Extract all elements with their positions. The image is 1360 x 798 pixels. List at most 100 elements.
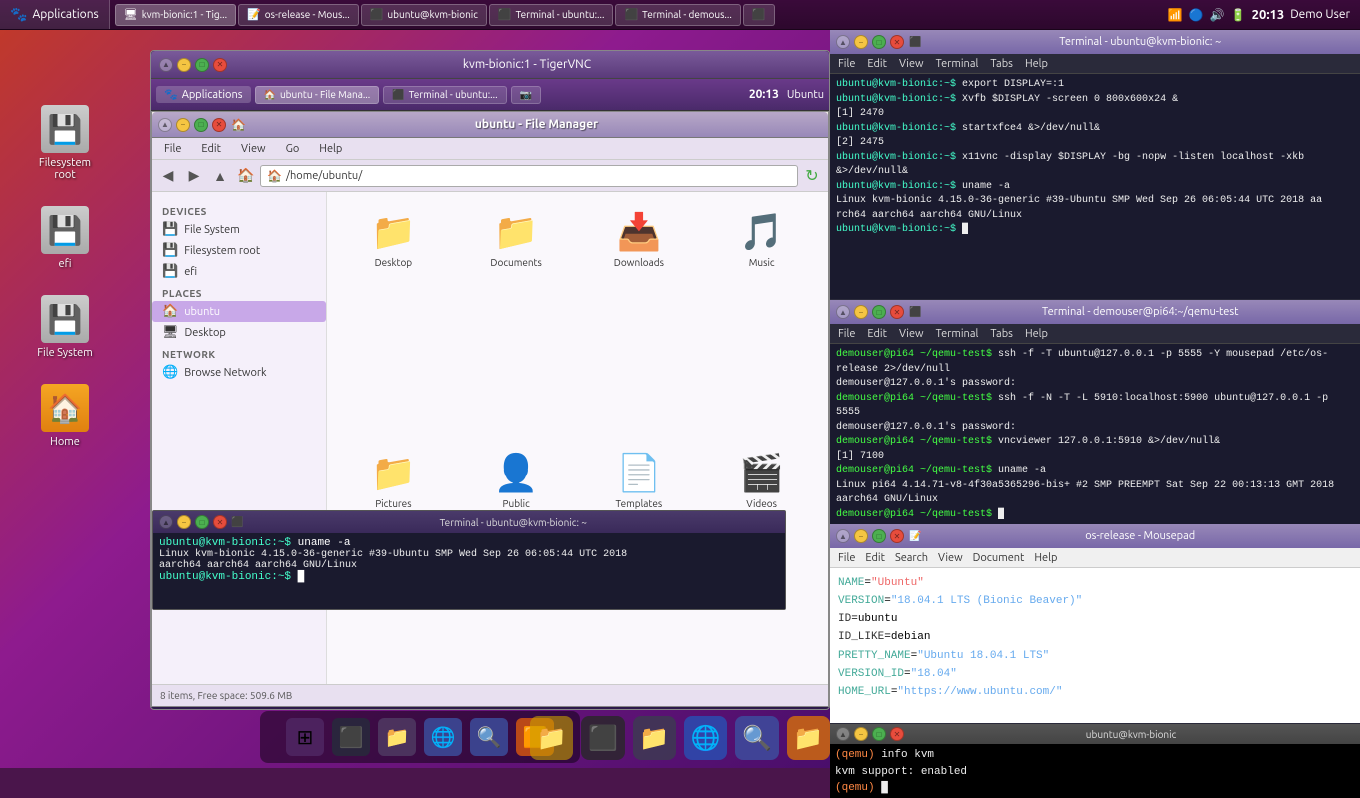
desktop-icon-filesystem[interactable]: 💾 File System <box>10 290 120 364</box>
fm-home-btn[interactable]: 🏠 <box>234 164 258 188</box>
sidebar-item-ubuntu[interactable]: 🏠 ubuntu <box>152 301 326 322</box>
fm-up-btn[interactable]: ▲ <box>208 164 232 188</box>
rt2-menu-terminal[interactable]: Terminal <box>936 328 979 340</box>
rt1-max-btn[interactable]: □ <box>872 35 886 49</box>
mp-menu-search[interactable]: Search <box>895 552 928 564</box>
dock2-item-search[interactable]: 🔍 <box>735 716 778 760</box>
rt1-close-btn[interactable]: ✕ <box>890 35 904 49</box>
rt2-min-btn[interactable]: – <box>854 305 868 319</box>
mp-menu-file[interactable]: File <box>838 552 855 564</box>
desktop-icon-efi[interactable]: 💾 efi <box>10 201 120 275</box>
taskbar-btn-1[interactable]: 📝 os-release - Mous... <box>238 4 359 26</box>
sidebar-item-desktop[interactable]: 🖥 Desktop <box>152 322 326 343</box>
rt1-arrow-btn[interactable]: ▲ <box>836 35 850 49</box>
fm-arrow-btn[interactable]: ▲ <box>158 118 172 132</box>
fm-reload-btn[interactable]: ↻ <box>800 164 824 188</box>
vnc-tab-screenshot[interactable]: 📷 <box>511 86 541 104</box>
rt1-min-btn[interactable]: – <box>854 35 868 49</box>
dock2-item-terminal[interactable]: ⬛ <box>581 716 624 760</box>
tb-min-btn[interactable]: – <box>177 515 191 529</box>
dock2-item-globe[interactable]: 🌐 <box>684 716 727 760</box>
dock-item-terminal[interactable]: ⬛ <box>332 718 370 756</box>
vnc-tab-filemanager[interactable]: 🏠 ubuntu - File Mana... <box>255 86 380 104</box>
rt1-menu-view[interactable]: View <box>899 58 924 70</box>
fm-menu-file[interactable]: File <box>160 142 185 156</box>
fm-back-btn[interactable]: ◀ <box>156 164 180 188</box>
vnc-apps-menu[interactable]: 🐾 Applications <box>156 86 251 103</box>
taskbar-btn-4[interactable]: ⬛ Terminal - demous... <box>615 4 740 26</box>
bt-arrow-btn[interactable]: ▲ <box>836 727 850 741</box>
dock2-item-folder[interactable]: 📁 <box>530 716 573 760</box>
tb-arrow-btn[interactable]: ▲ <box>159 515 173 529</box>
fm-menu-view[interactable]: View <box>237 142 270 156</box>
network-header: NETWORK <box>152 343 326 362</box>
rt2-menu-file[interactable]: File <box>838 328 855 340</box>
bt-max-btn[interactable]: □ <box>872 727 886 741</box>
dock-item-files[interactable]: 📁 <box>378 718 416 756</box>
fm-close-btn[interactable]: ✕ <box>212 118 226 132</box>
rt1-body[interactable]: ubuntu@kvm-bionic:~$ export DISPLAY=:1 u… <box>830 74 1360 299</box>
sidebar-item-efi[interactable]: 💾 efi <box>152 261 326 282</box>
rt1-menu-edit[interactable]: Edit <box>867 58 887 70</box>
sidebar-item-filesystem-root[interactable]: 💾 Filesystem root <box>152 240 326 261</box>
vnc-close-btn[interactable]: ✕ <box>213 58 227 72</box>
fm-menu-go[interactable]: Go <box>282 142 304 156</box>
bt-min-btn[interactable]: – <box>854 727 868 741</box>
dock2-item-files[interactable]: 📁 <box>633 716 676 760</box>
fm-forward-btn[interactable]: ▶ <box>182 164 206 188</box>
dock-item-grid[interactable]: ⊞ <box>286 718 324 756</box>
dock-item-browser[interactable]: 🌐 <box>424 718 462 756</box>
fm-maximize-btn[interactable]: □ <box>194 118 208 132</box>
mp-menu-edit[interactable]: Edit <box>865 552 885 564</box>
taskbar-btn-5[interactable]: ⬛ <box>743 4 775 26</box>
rt2-menu-view[interactable]: View <box>899 328 924 340</box>
mp-close-btn[interactable]: ✕ <box>890 529 904 543</box>
terminal-bottom-body[interactable]: ubuntu@kvm-bionic:~$ uname -a Linux kvm-… <box>153 533 785 609</box>
taskbar-btn-0[interactable]: 🖥 kvm-bionic:1 - Tig... <box>115 4 236 26</box>
fm-menu-help[interactable]: Help <box>315 142 346 156</box>
tb-max-btn[interactable]: □ <box>195 515 209 529</box>
rt1-menu-tabs[interactable]: Tabs <box>990 58 1013 70</box>
vnc-arrow-up-btn[interactable]: ▲ <box>159 58 173 72</box>
sidebar-item-filesystem[interactable]: 💾 File System <box>152 219 326 240</box>
fm-address-bar[interactable]: 🏠 /home/ubuntu/ <box>260 165 798 187</box>
tb-close-btn[interactable]: ✕ <box>213 515 227 529</box>
mp-arrow-btn[interactable]: ▲ <box>836 529 850 543</box>
bt-body[interactable]: (qemu) info kvm kvm support: enabled (qe… <box>830 744 1360 798</box>
fm-menu-edit[interactable]: Edit <box>197 142 225 156</box>
rt2-menu-tabs[interactable]: Tabs <box>990 328 1013 340</box>
desktop-icon-filesystem-root[interactable]: 💾 Filesystemroot <box>10 100 120 186</box>
vnc-minimize-btn[interactable]: – <box>177 58 191 72</box>
sidebar-item-browse-network[interactable]: 🌐 Browse Network <box>152 362 326 383</box>
rt1-menu-help[interactable]: Help <box>1025 58 1048 70</box>
mp-min-btn[interactable]: – <box>854 529 868 543</box>
rt2-menu-edit[interactable]: Edit <box>867 328 887 340</box>
mp-menu-help[interactable]: Help <box>1034 552 1057 564</box>
dock-item-search[interactable]: 🔍 <box>470 718 508 756</box>
fm-item-music[interactable]: 🎵 Music <box>705 202 818 433</box>
win-icon-1: 📝 <box>247 8 261 21</box>
mousepad-body[interactable]: NAME="Ubuntu" VERSION="18.04.1 LTS (Bion… <box>830 568 1360 723</box>
rt2-menu-help[interactable]: Help <box>1025 328 1048 340</box>
vnc-maximize-btn[interactable]: □ <box>195 58 209 72</box>
rt2-close-btn[interactable]: ✕ <box>890 305 904 319</box>
applications-menu[interactable]: 🐾 Applications <box>0 0 110 29</box>
mp-menu-document[interactable]: Document <box>973 552 1025 564</box>
mp-max-btn[interactable]: □ <box>872 529 886 543</box>
taskbar-btn-3[interactable]: ⬛ Terminal - ubuntu:... <box>489 4 614 26</box>
rt2-arrow-btn[interactable]: ▲ <box>836 305 850 319</box>
dock2-item-orange[interactable]: 📁 <box>787 716 830 760</box>
bt-close-btn[interactable]: ✕ <box>890 727 904 741</box>
mp-menu-view[interactable]: View <box>938 552 963 564</box>
fm-item-desktop[interactable]: 📁 Desktop <box>337 202 450 433</box>
desktop-icon-home[interactable]: 🏠 Home <box>10 379 120 453</box>
vnc-tab-terminal[interactable]: ⬛ Terminal - ubuntu:... <box>383 86 506 104</box>
rt1-menu-file[interactable]: File <box>838 58 855 70</box>
fm-item-downloads[interactable]: 📥 Downloads <box>583 202 696 433</box>
rt2-max-btn[interactable]: □ <box>872 305 886 319</box>
fm-item-documents[interactable]: 📁 Documents <box>460 202 573 433</box>
rt2-body[interactable]: demouser@pi64 ~/qemu-test$ ssh -f -T ubu… <box>830 344 1360 524</box>
rt1-menu-terminal[interactable]: Terminal <box>936 58 979 70</box>
fm-minimize-btn[interactable]: – <box>176 118 190 132</box>
taskbar-btn-2[interactable]: ⬛ ubuntu@kvm-bionic <box>361 4 487 26</box>
